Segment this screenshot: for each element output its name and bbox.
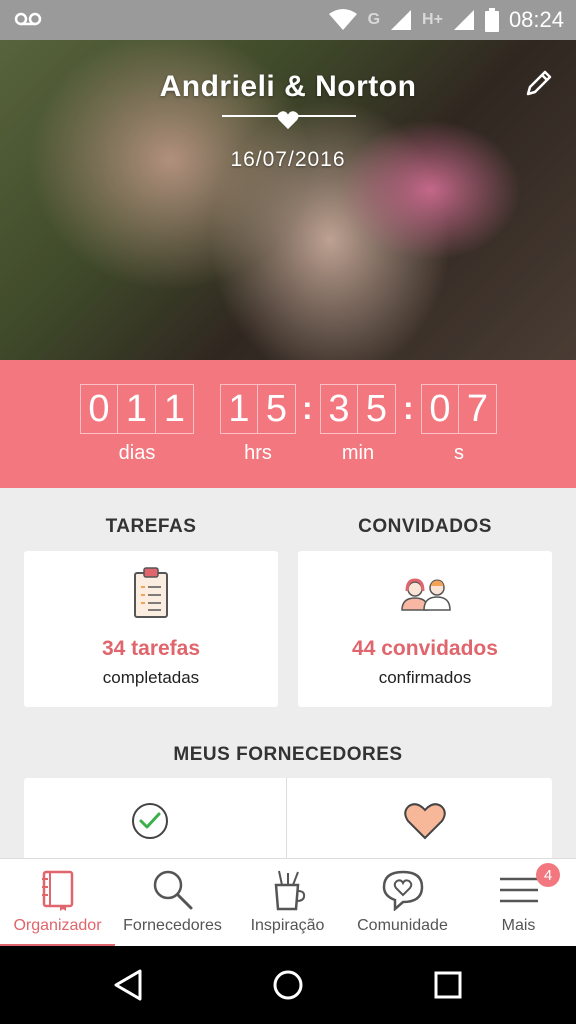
network-type-label: G	[367, 11, 381, 28]
digit: 1	[118, 384, 156, 434]
signal-icon	[391, 10, 412, 30]
voicemail-icon	[14, 12, 42, 26]
back-icon[interactable]	[112, 968, 144, 1002]
battery-icon	[484, 8, 499, 32]
digit: 0	[80, 384, 118, 434]
couple-names: Andrieli & Norton	[159, 70, 417, 103]
colon-separator: :	[302, 390, 313, 426]
tasks-status: completadas	[102, 668, 200, 687]
tasks-count: 34 tarefas	[101, 637, 201, 660]
guests-title: CONVIDADOS	[358, 516, 492, 537]
minutes-digits: 3 5	[320, 384, 396, 434]
guests-couple-icon	[401, 578, 451, 611]
menu-icon	[499, 877, 538, 903]
vendors-title: MEUS FORNECEDORES	[173, 744, 403, 765]
wedding-countdown: 0 1 1 1 5 : 3 5 : 0 7 dias hrs min s	[0, 360, 576, 488]
digit: 5	[358, 384, 396, 434]
nav-label: Mais	[501, 917, 536, 934]
edit-pencil-icon[interactable]	[524, 68, 554, 98]
digit: 5	[258, 384, 296, 434]
heart-icon	[277, 111, 299, 130]
guests-count: 44 convidados	[352, 637, 498, 660]
home-icon[interactable]	[272, 968, 304, 1002]
notebook-icon	[41, 870, 73, 911]
bottom-navigation: Organizador Fornecedores Inspiração Comu…	[0, 858, 576, 947]
digit: 1	[156, 384, 194, 434]
nav-comunidade[interactable]: Comunidade	[345, 859, 460, 947]
hours-digits: 1 5	[220, 384, 296, 434]
digit: 0	[421, 384, 459, 434]
digit: 7	[459, 384, 497, 434]
nav-organizador[interactable]: Organizador	[0, 859, 115, 947]
vendors-card[interactable]	[24, 778, 552, 858]
digit: 1	[220, 384, 258, 434]
search-icon	[153, 870, 192, 910]
chat-heart-icon	[382, 870, 423, 911]
digit: 3	[320, 384, 358, 434]
seconds-digits: 0 7	[421, 384, 497, 434]
recents-icon[interactable]	[432, 968, 464, 1002]
signal-icon-2	[453, 10, 474, 30]
system-navigation-bar	[0, 946, 576, 1024]
minutes-label: min	[341, 442, 375, 464]
guests-card[interactable]: 44 convidados confirmados	[298, 551, 552, 707]
nav-label: Inspiração	[250, 917, 325, 934]
cup-icon	[274, 870, 305, 911]
nav-inspiracao[interactable]: Inspiração	[230, 859, 345, 947]
heart-icon	[404, 803, 446, 840]
colon-separator: :	[403, 390, 414, 426]
check-circle-icon	[132, 803, 168, 839]
days-digits: 0 1 1	[80, 384, 194, 434]
tasks-card[interactable]: 34 tarefas completadas	[24, 551, 278, 707]
seconds-label: s	[454, 442, 464, 464]
status-bar: G H+ 08:24	[0, 0, 576, 40]
wedding-date: 16/07/2016	[230, 148, 346, 171]
days-label: dias	[118, 442, 156, 464]
vendor-divider	[286, 778, 287, 858]
dashboard-content: TAREFAS CONVIDADOS 34 tarefas completada…	[0, 488, 576, 858]
hours-label: hrs	[244, 442, 272, 464]
nav-fornecedores[interactable]: Fornecedores	[115, 859, 230, 947]
clipboard-icon	[134, 567, 168, 618]
nav-label: Comunidade	[357, 917, 448, 934]
network-type-label-2: H+	[422, 11, 443, 28]
clock: 08:24	[508, 7, 564, 32]
couple-photo-header: Andrieli & Norton 16/07/2016	[0, 40, 576, 360]
notification-badge: 4	[536, 863, 560, 887]
wifi-icon	[328, 9, 357, 30]
nav-label: Organizador	[13, 917, 102, 934]
tasks-title: TAREFAS	[105, 516, 197, 537]
nav-label: Fornecedores	[123, 917, 222, 934]
guests-status: confirmados	[378, 668, 472, 687]
